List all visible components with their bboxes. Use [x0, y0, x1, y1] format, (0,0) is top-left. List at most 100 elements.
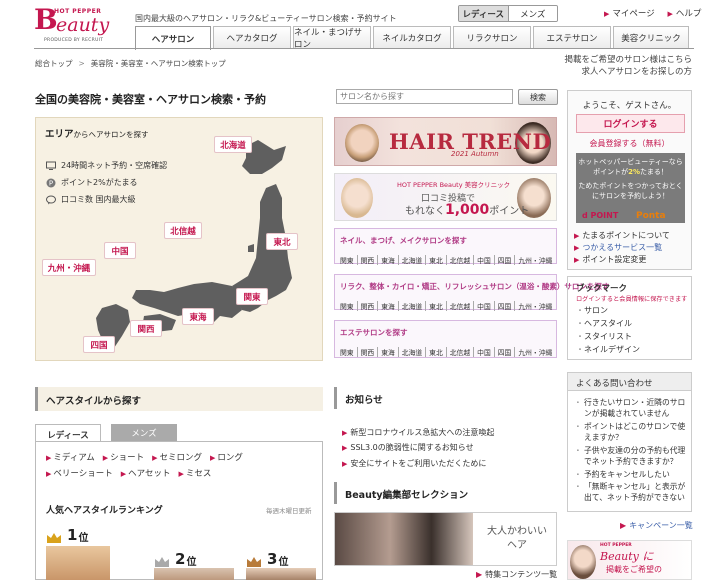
area-link[interactable]: 東海	[377, 301, 398, 311]
nail-salon-title[interactable]: ネイル、まつげ、メイクサロンを探す	[340, 235, 556, 246]
search-button[interactable]: 検索	[518, 89, 558, 105]
salon-name-search-input[interactable]	[336, 89, 513, 104]
gender-ladies-button[interactable]: レディース	[459, 6, 509, 21]
breadcrumb-current: 美容院・美容室・ヘアサロン検索トップ	[90, 59, 226, 68]
ranking-photo-3[interactable]	[246, 568, 316, 580]
area-link[interactable]: 関東	[340, 255, 357, 265]
faq-item[interactable]: 子供や友達の分の予約も代理でネット予約できますか？	[574, 445, 688, 467]
area-link[interactable]: 中国	[473, 347, 494, 357]
area-link[interactable]: 中国	[473, 301, 494, 311]
nav-tab[interactable]: ヘアサロン	[135, 26, 211, 50]
breadcrumb-home[interactable]: 総合トップ	[35, 59, 73, 68]
hairstyle-category-link[interactable]: ▶ ヘアセット	[121, 466, 171, 482]
nav-tab[interactable]: ネイル・まつげサロン	[293, 26, 371, 50]
listing-request-link[interactable]: 掲載をご希望のサロン様はこちら	[564, 55, 692, 65]
model-photo	[570, 545, 596, 579]
region-kyushu-okinawa-button[interactable]: 九州・沖縄	[42, 259, 96, 276]
relax-salon-title[interactable]: リラク、整体・カイロ・矯正、リフレッシュサロン（温浴・酸素）サロンを探す	[340, 281, 609, 292]
faq-item[interactable]: ポイントはどこのサロンで使えますか？	[574, 421, 688, 443]
hairstyle-category-link[interactable]: ▶ ベリーショート	[46, 466, 113, 482]
faq-title: よくある問い合わせ	[568, 373, 691, 391]
faq-item[interactable]: 予約をキャンセルしたい	[574, 469, 688, 480]
faq-item[interactable]: 行きたいサロン・近隣のサロンが掲載されていません	[574, 397, 688, 419]
hairstyle-category-link[interactable]: ▶ ロング	[210, 450, 243, 466]
news-item[interactable]: ▶ 新型コロナウイルス急拡大への注意喚起	[342, 427, 494, 438]
bookmark-stylist-link[interactable]: スタイリスト	[576, 331, 632, 342]
point-settings-link[interactable]: ▶ ポイント設定変更	[574, 254, 646, 265]
bookmark-nail-link[interactable]: ネイルデザイン	[576, 344, 640, 355]
hairstyle-category-link[interactable]: ▶ セミロング	[152, 450, 202, 466]
ranking-photo-1[interactable]	[46, 546, 110, 580]
main-nav: ヘアサロン ヘアカタログ ネイル・まつげサロン ネイルカタログ リラクサロン エステサロン…	[135, 26, 691, 50]
nav-tab[interactable]: リラクサロン	[453, 26, 531, 48]
hairstyle-category-link[interactable]: ▶ ミセス	[178, 466, 211, 482]
region-hokkaido-button[interactable]: 北海道	[214, 136, 252, 153]
area-link[interactable]: 関東	[340, 347, 357, 357]
nav-tab[interactable]: エステサロン	[533, 26, 611, 48]
esthe-salon-title[interactable]: エステサロンを探す	[340, 327, 556, 338]
listing-banner[interactable]: HOT PEPPER Beauty に 掲載をご希望の	[567, 540, 692, 580]
ranking-photo-2[interactable]	[154, 568, 234, 580]
area-link[interactable]: 九州・沖縄	[514, 255, 555, 265]
area-link[interactable]: 北海道	[397, 301, 425, 311]
area-link[interactable]: 北信越	[445, 301, 473, 311]
area-link[interactable]: 関西	[356, 255, 378, 265]
hair-trend-banner[interactable]: HAIR TREND 2021 Autumn	[334, 117, 557, 166]
arrow-right-icon: ▶	[210, 454, 216, 462]
area-link[interactable]: 東北	[425, 255, 446, 265]
nav-tab[interactable]: ネイルカタログ	[373, 26, 451, 48]
area-link[interactable]: 東北	[425, 301, 446, 311]
news-item[interactable]: ▶ 安全にサイトをご利用いただくために	[342, 458, 486, 469]
region-kansai-button[interactable]: 関西	[130, 320, 162, 337]
nav-tab[interactable]: ヘアカタログ	[213, 26, 291, 48]
area-link[interactable]: 東海	[377, 255, 398, 265]
banner-text: 掲載をご希望の	[606, 565, 662, 574]
region-hokushinetsu-button[interactable]: 北信越	[164, 222, 202, 239]
region-chugoku-button[interactable]: 中国	[104, 242, 136, 259]
area-link[interactable]: 関西	[356, 347, 378, 357]
point-about-link[interactable]: ▶ たまるポイントについて	[574, 230, 670, 241]
region-kanto-button[interactable]: 関東	[236, 288, 268, 305]
hair-trend-subtitle: 2021 Autumn	[451, 150, 499, 158]
hairstyle-category-link[interactable]: ▶ ミディアム	[46, 450, 95, 466]
campaign-list-link[interactable]: ▶ キャンペーン一覧	[620, 520, 693, 531]
login-button[interactable]: ログインする	[576, 114, 685, 133]
hairstyle-category-link[interactable]: ▶ ショート	[103, 450, 144, 466]
area-link[interactable]: 関西	[356, 301, 378, 311]
area-link[interactable]: 四国	[493, 347, 515, 357]
feature-contents-link[interactable]: ▶ 特集コンテンツ一覧	[476, 569, 557, 580]
region-tohoku-button[interactable]: 東北	[266, 233, 298, 250]
area-link[interactable]: 北信越	[445, 347, 473, 357]
help-link[interactable]: ▶ ヘルプ	[667, 9, 701, 19]
area-link[interactable]: 北海道	[397, 347, 425, 357]
region-tokai-button[interactable]: 東海	[182, 308, 214, 325]
area-link[interactable]: 東海	[377, 347, 398, 357]
bookmark-hairstyle-link[interactable]: ヘアスタイル	[576, 318, 632, 329]
job-search-link[interactable]: 求人ヘアサロンをお探しの方	[581, 67, 692, 77]
point-services-link[interactable]: ▶ つかえるサービス一覧	[574, 242, 662, 253]
area-link[interactable]: 九州・沖縄	[514, 347, 555, 357]
beauty-clinic-banner[interactable]: HOT PEPPER Beauty 美容クリニック 口コミ投稿で もれなく1,0…	[334, 173, 557, 221]
area-link[interactable]: 東北	[425, 347, 446, 357]
nav-tab[interactable]: 美容クリニック	[613, 26, 689, 48]
arrow-right-icon: ▶	[102, 454, 109, 462]
area-link[interactable]: 九州・沖縄	[514, 301, 555, 311]
editorial-selection-banner[interactable]: 大人かわいい ヘア	[334, 512, 557, 566]
news-item[interactable]: ▶ SSL3.0の脆弱性に関するお知らせ	[342, 442, 474, 453]
area-link[interactable]: 北海道	[397, 255, 425, 265]
arrow-right-icon: ▶	[574, 256, 580, 264]
register-link[interactable]: 会員登録する（無料）	[568, 138, 691, 149]
hairstyle-categories: ▶ ミディアム ▶ ショート ▶ セミロング ▶ ロング ▶ ベリーショート ▶ ヘアセット ▶ ミセス	[46, 450, 316, 482]
faq-item[interactable]: 「無断キャンセル」と表示が出て、ネット予約ができない	[574, 481, 688, 503]
area-link[interactable]: 関東	[340, 301, 357, 311]
area-link[interactable]: 中国	[473, 255, 494, 265]
site-logo[interactable]: B HOT PEPPER eauty PRODUCED BY RECRUIT	[34, 4, 124, 46]
gender-mens-button[interactable]: メンズ	[508, 6, 557, 21]
mypage-link[interactable]: ▶ マイページ	[604, 9, 655, 19]
area-link[interactable]: 四国	[493, 255, 515, 265]
tab-hairstyle-mens[interactable]: メンズ	[111, 424, 177, 442]
bookmark-salon-link[interactable]: サロン	[576, 305, 608, 316]
area-link[interactable]: 北信越	[445, 255, 473, 265]
area-link[interactable]: 四国	[493, 301, 515, 311]
region-shikoku-button[interactable]: 四国	[83, 336, 115, 353]
